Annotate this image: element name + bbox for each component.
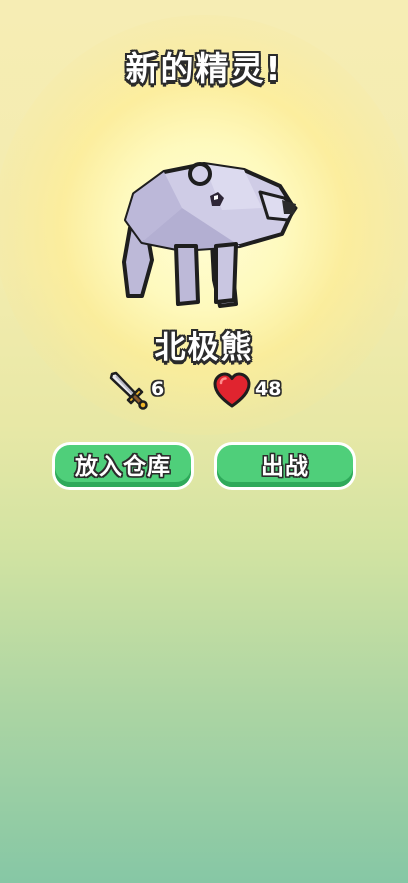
attack-value: 6 (151, 378, 165, 400)
store-button-label: 放入仓库 (55, 445, 191, 487)
creature-name: 北极熊 (154, 330, 254, 366)
battle-button-label: 出战 (217, 445, 353, 487)
sword-icon (109, 371, 148, 410)
battle-button[interactable]: 出战 (214, 442, 356, 490)
health-value: 48 (255, 378, 282, 400)
polar-bear-model (122, 162, 298, 308)
heart-icon (213, 372, 251, 408)
page-title: 新的精灵! (125, 49, 283, 88)
store-in-warehouse-button[interactable]: 放入仓库 (52, 442, 194, 490)
stats-row: 6 48 (0, 370, 408, 414)
